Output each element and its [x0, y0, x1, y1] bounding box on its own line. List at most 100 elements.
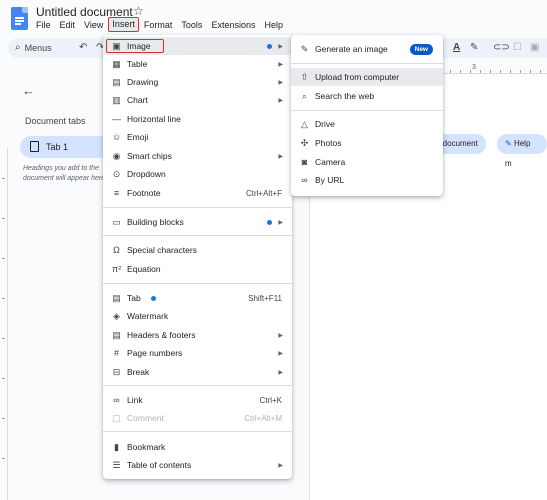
submenu-item-search-web[interactable]: ⌕ Search the web — [291, 87, 443, 105]
submenu-item-label: Generate an image — [315, 44, 388, 54]
highlight-box — [106, 39, 164, 53]
document-tabs-heading: Document tabs — [25, 116, 86, 126]
menu-item-label: Chart — [127, 95, 148, 105]
star-icon[interactable]: ☆ — [133, 4, 144, 18]
table-of-contents-icon: ☰ — [112, 459, 121, 470]
submenu-item-upload[interactable]: ⇧ Upload from computer — [291, 68, 443, 86]
generate-image-icon: ✎ — [300, 43, 309, 54]
insert-image-icon[interactable]: ▣ — [530, 42, 539, 53]
menu-item-chart[interactable]: ▥ Chart ▶ — [103, 91, 292, 109]
image-submenu: ✎ Generate an image New ⇧ Upload from comp… — [291, 35, 443, 196]
highlight-icon[interactable]: ✎ — [470, 42, 478, 53]
menu-item-table[interactable]: ▦ Table ▶ — [103, 55, 292, 73]
menu-item-label: Emoji — [127, 132, 149, 142]
add-comment-icon[interactable]: ☐ — [513, 42, 522, 53]
dropdown-icon: ⊙ — [112, 168, 121, 179]
menu-item-equation[interactable]: π² Equation — [103, 260, 292, 278]
shortcut: Ctrl+Alt+M — [244, 413, 282, 423]
watermark-icon: ◈ — [113, 310, 120, 321]
submenu-item-label: Photos — [315, 138, 342, 148]
menu-item-label: Bookmark — [127, 442, 166, 452]
submenu-item-generate-image[interactable]: ✎ Generate an image New — [291, 40, 443, 58]
menu-format[interactable]: Format — [144, 20, 173, 32]
link-icon: ∞ — [113, 395, 120, 405]
menu-file[interactable]: File — [36, 20, 51, 32]
menu-item-dropdown[interactable]: ⊙ Dropdown — [103, 165, 292, 183]
pen-icon: ✎ — [505, 139, 514, 148]
menu-divider — [103, 235, 292, 236]
chevron-right-icon: ▶ — [278, 79, 283, 86]
chevron-right-icon: ▶ — [278, 97, 283, 104]
menu-item-label: Building blocks — [127, 217, 184, 227]
menu-extensions[interactable]: Extensions — [211, 20, 255, 32]
menu-item-drawing[interactable]: ▤ Drawing ▶ — [103, 73, 292, 91]
shortcut: Ctrl+Alt+F — [245, 188, 282, 198]
menu-item-smart-chips[interactable]: ◉ Smart chips ▶ — [103, 147, 292, 165]
menu-item-tab[interactable]: ▤ Tab Shift+F11 — [103, 289, 292, 307]
menu-item-building-blocks[interactable]: ▭ Building blocks ▶ — [103, 213, 292, 231]
menu-item-label: Horizontal line — [127, 114, 181, 124]
menu-item-headers-footers[interactable]: ▤ Headers & footers ▶ — [103, 326, 292, 344]
equation-icon: π² — [112, 264, 122, 274]
menu-item-label: Break — [127, 367, 150, 377]
menu-item-footnote[interactable]: ≡ Footnote Ctrl+Alt+F — [103, 184, 292, 202]
menu-item-label: Drawing — [127, 77, 159, 87]
vertical-ruler — [0, 148, 8, 500]
search-icon: ⌕ — [15, 42, 21, 53]
drawing-icon: ▤ — [112, 76, 121, 87]
menu-help[interactable]: Help — [264, 20, 283, 32]
submenu-item-photos[interactable]: ✣ Photos — [291, 134, 443, 152]
menu-item-bookmark[interactable]: ▮ Bookmark — [103, 438, 292, 456]
new-badge: New — [409, 43, 433, 55]
menu-item-horizontal-line[interactable]: — Horizontal line — [103, 110, 292, 128]
menu-tools[interactable]: Tools — [181, 20, 202, 32]
chevron-right-icon: ▶ — [278, 43, 283, 50]
submenu-item-camera[interactable]: ◙ Camera — [291, 153, 443, 171]
menus-search-button[interactable]: ⌕ Menus — [15, 42, 52, 53]
menu-insert[interactable]: Insert — [108, 17, 139, 32]
camera-icon: ◙ — [301, 157, 308, 167]
menu-item-table-of-contents[interactable]: ☰ Table of contents ▶ — [103, 456, 292, 474]
menu-divider — [291, 110, 443, 111]
insert-link-icon[interactable]: ⊂⊃ — [493, 42, 510, 53]
menu-view[interactable]: View — [84, 20, 103, 32]
submenu-item-label: Search the web — [315, 91, 375, 101]
menu-item-comment[interactable]: ▢ Comment Ctrl+Alt+M — [103, 409, 292, 427]
menu-item-label: Link — [127, 395, 143, 405]
menu-item-label: Smart chips — [127, 151, 172, 161]
menu-item-special-characters[interactable]: Ω Special characters — [103, 241, 292, 259]
help-chip[interactable]: ✎ Help m — [497, 134, 547, 168]
new-dot — [151, 295, 156, 301]
document-icon — [30, 141, 39, 152]
menu-item-label: Headers & footers — [127, 330, 196, 340]
footnote-icon: ≡ — [113, 188, 120, 198]
menu-item-label: Page numbers — [127, 348, 183, 358]
chevron-right-icon: ▶ — [278, 350, 283, 357]
text-color-icon[interactable]: A — [453, 42, 460, 53]
submenu-item-drive[interactable]: △ Drive — [291, 115, 443, 133]
break-icon: ⊟ — [112, 366, 121, 377]
photos-icon: ✣ — [300, 137, 309, 148]
emoji-icon: ☺ — [112, 132, 122, 142]
menu-edit[interactable]: Edit — [60, 20, 76, 32]
undo-icon[interactable]: ↶ — [79, 42, 87, 53]
back-arrow-icon[interactable]: ← — [22, 83, 35, 98]
menu-divider — [103, 431, 292, 432]
submenu-item-by-url[interactable]: ∞ By URL — [291, 171, 443, 189]
menu-item-label: Table of contents — [127, 460, 192, 470]
menu-item-page-numbers[interactable]: # Page numbers ▶ — [103, 344, 292, 362]
menus-label: Menus — [24, 42, 52, 53]
tab-icon: ▤ — [112, 292, 121, 303]
submenu-item-label: Drive — [315, 119, 335, 129]
menu-divider — [103, 283, 292, 284]
menu-item-link[interactable]: ∞ Link Ctrl+K — [103, 391, 292, 409]
menu-item-image[interactable]: ▣ Image ▶ — [103, 37, 292, 55]
menu-item-watermark[interactable]: ◈ Watermark — [103, 307, 292, 325]
docs-logo-icon[interactable] — [11, 7, 28, 30]
menu-item-emoji[interactable]: ☺ Emoji — [103, 128, 292, 146]
building-blocks-icon: ▭ — [112, 216, 121, 227]
chevron-right-icon: ▶ — [278, 462, 283, 469]
chart-icon: ▥ — [112, 94, 121, 105]
menu-item-break[interactable]: ⊟ Break ▶ — [103, 363, 292, 381]
new-dot — [267, 219, 272, 225]
